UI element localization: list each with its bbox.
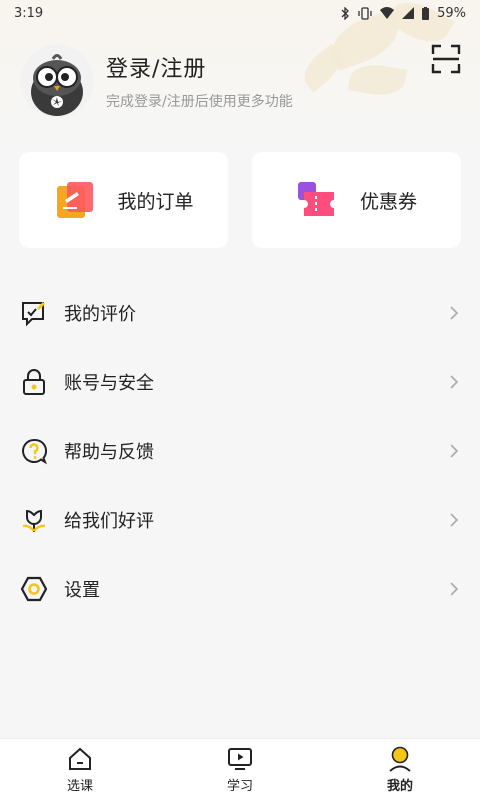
menu-item-rate-us[interactable]: 给我们好评 — [0, 485, 480, 554]
menu-label: 给我们好评 — [64, 510, 154, 532]
login-register-title[interactable]: 登录/注册 — [106, 51, 293, 83]
lock-icon — [20, 368, 48, 396]
chevron-right-icon — [450, 581, 459, 596]
scan-icon[interactable] — [431, 44, 461, 74]
coupon-icon — [297, 182, 334, 216]
coupons-card[interactable]: 优惠券 — [252, 152, 461, 248]
tab-label: 选课 — [66, 778, 93, 794]
mascot-avatar-icon — [20, 44, 94, 118]
coupons-label: 优惠券 — [359, 190, 417, 213]
menu-item-help-feedback[interactable]: 帮助与反馈 — [0, 416, 480, 485]
battery-level: 59% — [437, 5, 466, 21]
tab-label: 我的 — [386, 778, 413, 794]
chevron-right-icon — [450, 374, 459, 389]
avatar[interactable] — [20, 44, 94, 118]
tab-study[interactable]: 学习 — [180, 746, 300, 794]
settings-icon — [20, 575, 48, 603]
menu-item-settings[interactable]: 设置 — [0, 554, 480, 623]
user-icon — [389, 746, 411, 772]
bluetooth-icon — [341, 6, 350, 20]
login-subtitle: 完成登录/注册后使用更多功能 — [106, 94, 293, 110]
menu-label: 帮助与反馈 — [64, 441, 154, 463]
chevron-right-icon — [450, 512, 459, 527]
menu-item-my-reviews[interactable]: 我的评价 — [0, 278, 480, 347]
flower-icon — [20, 506, 48, 534]
chevron-right-icon — [450, 443, 459, 458]
menu-label: 账号与安全 — [64, 372, 154, 394]
wifi-icon — [380, 7, 395, 19]
menu-label: 设置 — [64, 579, 100, 601]
order-icon — [57, 182, 94, 218]
chevron-right-icon — [450, 305, 459, 320]
tab-label: 学习 — [226, 778, 253, 794]
my-orders-label: 我的订单 — [117, 190, 194, 213]
bottom-nav: 选课 学习 我的 — [0, 738, 480, 800]
help-icon — [20, 437, 48, 465]
menu-label: 我的评价 — [64, 303, 136, 325]
home-icon — [69, 747, 91, 770]
vibrate-icon — [358, 6, 372, 20]
play-icon — [228, 747, 252, 770]
signal-icon — [402, 7, 415, 19]
tab-courses[interactable]: 选课 — [20, 746, 140, 794]
profile-section[interactable]: 登录/注册 完成登录/注册后使用更多功能 — [20, 44, 293, 118]
settings-menu: 我的评价 账号与安全 帮助与反馈 给我们好评 设置 — [0, 278, 480, 623]
status-time: 3:19 — [14, 5, 44, 21]
battery-icon — [422, 6, 430, 20]
tab-mine[interactable]: 我的 — [340, 746, 460, 794]
status-bar: 3:19 59% — [0, 0, 480, 26]
review-icon — [20, 299, 48, 327]
my-orders-card[interactable]: 我的订单 — [19, 152, 228, 248]
menu-item-account-security[interactable]: 账号与安全 — [0, 347, 480, 416]
